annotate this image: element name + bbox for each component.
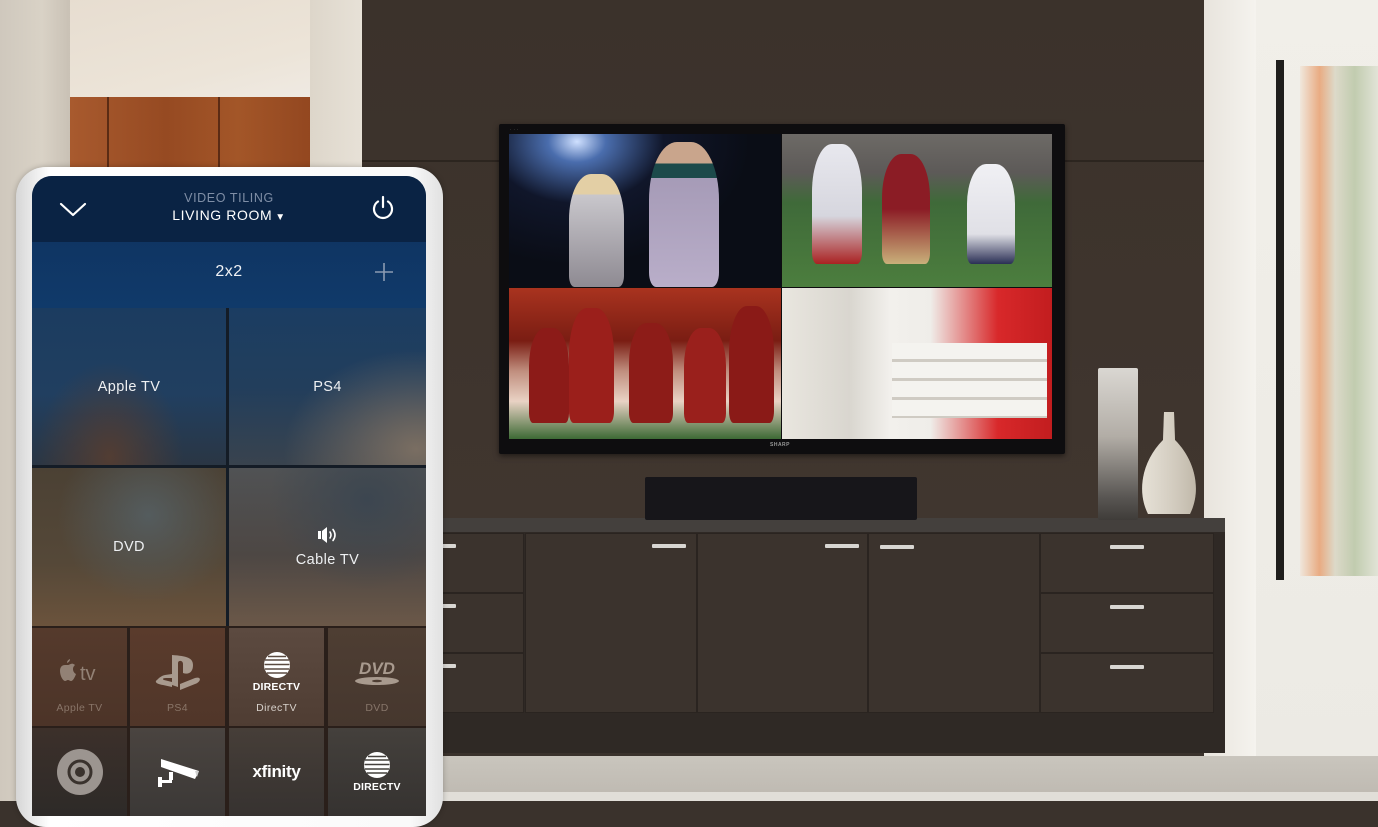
power-button[interactable] bbox=[369, 194, 397, 222]
source-grid: tv Apple TV PS4 DIRECTV DirecTV DVD DVD … bbox=[32, 626, 426, 816]
wood-seam bbox=[107, 97, 109, 167]
collapse-button[interactable] bbox=[56, 196, 90, 222]
drawer bbox=[440, 593, 524, 653]
wood-seam bbox=[218, 97, 220, 167]
dvd-logo: DVD bbox=[353, 648, 401, 696]
add-layout-button[interactable] bbox=[372, 260, 396, 284]
security-camera-icon bbox=[155, 748, 201, 796]
source-xfinity[interactable]: xfinity bbox=[229, 728, 324, 816]
tile-ps4[interactable]: PS4 bbox=[229, 308, 426, 465]
tv-top-label: · · · bbox=[510, 127, 519, 132]
drawer-handle bbox=[1110, 545, 1144, 549]
room-name: LIVING ROOM bbox=[172, 207, 273, 223]
source-directv[interactable]: DIRECTV DirecTV bbox=[229, 628, 324, 726]
xfinity-logo: xfinity bbox=[252, 762, 301, 781]
rug-edge bbox=[440, 792, 1378, 801]
directv-logo: DIRECTV bbox=[253, 648, 301, 696]
source-disc[interactable] bbox=[32, 728, 127, 816]
tile-grid: Apple TV PS4 DVD Cable TV bbox=[32, 308, 426, 626]
round-vase bbox=[1142, 412, 1196, 514]
room-selector[interactable]: LIVING ROOM ▼ bbox=[172, 207, 285, 223]
tv-tile-apple-tv bbox=[509, 134, 781, 287]
sliding-glass-door bbox=[1300, 66, 1378, 576]
door-handle bbox=[825, 544, 859, 548]
tv-brand-logo: SHARP bbox=[770, 442, 791, 448]
drawer bbox=[440, 533, 524, 593]
source-directv-2[interactable]: DIRECTV bbox=[328, 728, 426, 816]
app-header: VIDEO TILING LIVING ROOM ▼ bbox=[32, 176, 426, 242]
svg-text:tv: tv bbox=[80, 663, 96, 685]
layout-bar: 2x2 bbox=[32, 242, 426, 308]
drawer bbox=[1040, 653, 1214, 713]
drawer-handle bbox=[1110, 665, 1144, 669]
disc-icon bbox=[56, 748, 104, 796]
playstation-logo bbox=[155, 648, 201, 696]
tile-label: DVD bbox=[113, 539, 145, 555]
directv-logo: DIRECTV bbox=[353, 748, 401, 796]
door-handle bbox=[880, 545, 914, 549]
source-label: DVD bbox=[365, 702, 389, 714]
drawer bbox=[1040, 533, 1214, 593]
drawer-handle bbox=[1110, 605, 1144, 609]
drawer bbox=[1040, 593, 1214, 653]
tile-label: PS4 bbox=[313, 378, 342, 395]
caret-down-icon: ▼ bbox=[275, 212, 286, 223]
source-label: PS4 bbox=[166, 702, 189, 714]
door-handle bbox=[652, 544, 686, 548]
tile-dvd[interactable]: DVD bbox=[32, 468, 226, 626]
source-label: Apple TV bbox=[56, 702, 103, 714]
tile-label: Cable TV bbox=[295, 552, 360, 568]
tile-cable-tv[interactable]: Cable TV bbox=[229, 468, 426, 626]
source-apple-tv[interactable]: tv Apple TV bbox=[32, 628, 127, 726]
credenza-top bbox=[440, 518, 1225, 532]
soundbar bbox=[645, 477, 917, 520]
cabinet-door bbox=[868, 533, 1040, 713]
cabinet-door bbox=[697, 533, 868, 713]
speaker-icon bbox=[317, 527, 336, 543]
plus-icon bbox=[375, 263, 393, 281]
source-ps4[interactable]: PS4 bbox=[130, 628, 225, 726]
source-dvd[interactable]: DVD DVD bbox=[328, 628, 426, 726]
svg-text:DVD: DVD bbox=[359, 659, 395, 678]
cabinet-door bbox=[525, 533, 697, 713]
drawer bbox=[440, 653, 524, 713]
screen-title: VIDEO TILING bbox=[184, 191, 274, 205]
source-label: DirecTV bbox=[256, 702, 297, 714]
wood-panel-wall bbox=[70, 97, 310, 167]
tv-tile-cable-tv bbox=[782, 288, 1052, 439]
tv-tile-dvd bbox=[509, 288, 781, 439]
door-frame bbox=[1276, 60, 1284, 580]
chevron-down-icon bbox=[59, 202, 87, 217]
apple-tv-logo: tv bbox=[55, 648, 105, 696]
remote-app-screen: VIDEO TILING LIVING ROOM ▼ 2x2 Apple TV P… bbox=[32, 176, 426, 816]
tv-tile-ps4 bbox=[782, 134, 1052, 287]
power-icon bbox=[372, 195, 394, 220]
source-security-camera[interactable] bbox=[130, 728, 225, 816]
tile-apple-tv[interactable]: Apple TV bbox=[32, 308, 226, 465]
tall-vase bbox=[1098, 368, 1138, 520]
tile-label: Apple TV bbox=[97, 378, 161, 395]
layout-selector[interactable]: 2x2 bbox=[32, 263, 426, 281]
